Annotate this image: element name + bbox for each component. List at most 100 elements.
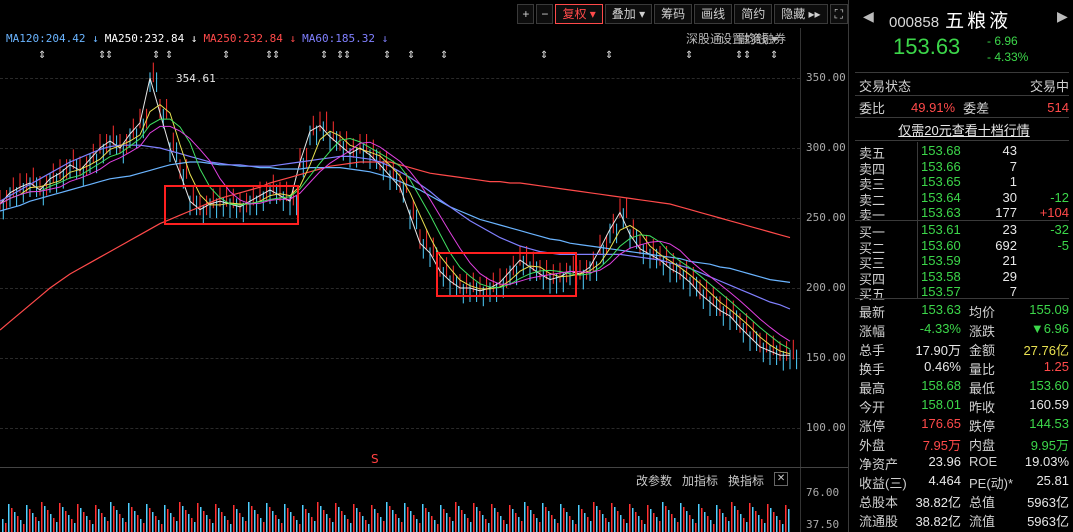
volume-bar <box>530 510 532 532</box>
fullscreen-button[interactable]: ⛶ <box>829 4 848 24</box>
volume-bar <box>323 510 325 532</box>
stock-header: 000858 五粮液 <box>889 6 1011 33</box>
volume-bar <box>173 517 175 532</box>
volume-bar <box>23 524 25 532</box>
volume-bar <box>758 515 760 532</box>
volume-bar <box>224 516 226 532</box>
promo-text[interactable]: 仅需20元查看十档行情 <box>898 120 1029 139</box>
volume-bar <box>464 514 466 532</box>
overlay-dropdown[interactable]: 叠加 ▾ <box>604 4 653 24</box>
price-chart[interactable]: 354.61 <box>0 28 800 468</box>
volume-bar <box>149 508 151 532</box>
stat-label: 今开 <box>859 400 886 415</box>
volume-bar <box>398 518 400 532</box>
volume-bar <box>527 506 529 532</box>
volume-bar <box>593 502 595 532</box>
volume-bar <box>35 517 37 532</box>
volume-bar <box>422 504 424 532</box>
volume-bar <box>383 521 385 532</box>
promo-link[interactable]: 仅需20元查看十档行情 <box>859 120 1069 138</box>
volume-bar <box>776 516 778 532</box>
volume-bar <box>611 503 613 532</box>
chips-button[interactable]: 筹码 <box>654 4 693 24</box>
zoom-out-button[interactable]: − <box>536 4 554 24</box>
volume-bar <box>26 505 28 532</box>
volume-bar <box>599 510 601 532</box>
stat-value: 158.68 <box>921 378 961 393</box>
y-tick-label: 200.00 <box>806 281 846 294</box>
stat-value: 5963亿 <box>1027 495 1069 510</box>
bid-level[interactable]: 买四 153.58 29 <box>859 268 1069 287</box>
volume-bar <box>197 503 199 532</box>
volume-bar <box>380 517 382 532</box>
volume-bar <box>662 502 664 532</box>
volume-bar <box>590 521 592 532</box>
volume-bar <box>368 524 370 532</box>
volume-bar <box>263 522 265 532</box>
volume-bar <box>386 502 388 532</box>
volume-bar <box>434 520 436 532</box>
volume-bar <box>269 507 271 532</box>
stat-label: 净资产 <box>859 457 899 472</box>
ask-level[interactable]: 卖三 153.65 1 <box>859 174 1069 192</box>
stat-value: 153.63 <box>921 302 961 317</box>
stat-value: 160.59 <box>1029 397 1069 412</box>
volume-bar <box>719 509 721 532</box>
level-volume: 23 <box>1002 222 1017 237</box>
zoom-in-button[interactable]: + <box>517 4 535 24</box>
stat-value: 27.76亿 <box>1023 343 1069 358</box>
bid-level[interactable]: 买二 153.60 692 -5 <box>859 238 1069 256</box>
volume-bar <box>485 519 487 532</box>
bid-level[interactable]: 买三 153.59 21 <box>859 253 1069 271</box>
volume-bar <box>320 506 322 532</box>
volume-bar <box>227 520 229 532</box>
hide-panel-button[interactable]: 隐藏 ▸▸ <box>774 4 828 24</box>
volume-bar <box>215 504 217 532</box>
volume-bar <box>494 508 496 532</box>
volume-bar <box>86 516 88 532</box>
volume-bar <box>785 505 787 532</box>
level-price: 153.58 <box>921 268 961 284</box>
stat-row: 收益(三) 4.464 PE(动)* 25.81 <box>859 473 1069 491</box>
stat-value: 5963亿 <box>1027 514 1069 529</box>
volume-bar <box>41 502 43 532</box>
volume-bar <box>416 519 418 532</box>
volume-bar <box>101 513 103 532</box>
volume-bar <box>14 512 16 532</box>
simple-mode-button[interactable]: 简约 <box>734 4 773 24</box>
stat-value: 158.01 <box>921 397 961 412</box>
volume-bar <box>689 515 691 532</box>
volume-bar <box>314 521 316 532</box>
ask-level[interactable]: 卖二 153.64 30 -12 <box>859 190 1069 208</box>
volume-bar <box>152 512 154 532</box>
stat-row: 涨停 176.65 跌停 144.53 <box>859 416 1069 434</box>
peak-label: 354.61 <box>176 72 216 85</box>
volume-bar <box>617 511 619 532</box>
volume-chart <box>2 502 790 532</box>
stat-row: 净资产 23.96 ROE 19.03% <box>859 454 1069 472</box>
stat-value: 38.82亿 <box>915 495 961 510</box>
volume-bar <box>110 502 112 532</box>
fuquan-dropdown[interactable]: 复权 ▾ <box>555 4 603 24</box>
stat-value: 1.25 <box>1043 359 1069 374</box>
volume-bar <box>362 516 364 532</box>
prev-stock-icon[interactable]: ◀ <box>863 8 874 25</box>
ask-level[interactable]: 卖五 153.68 43 <box>859 143 1069 161</box>
ask-level[interactable]: 卖四 153.66 7 <box>859 159 1069 177</box>
draw-line-button[interactable]: 画线 <box>694 4 733 24</box>
ask-level[interactable]: 卖一 153.63 177 +104 <box>859 205 1069 223</box>
volume-bar <box>230 524 232 532</box>
stat-label: 最高 <box>859 381 886 396</box>
level-label: 买五 <box>859 287 886 302</box>
bid-level[interactable]: 买一 153.61 23 -32 <box>859 222 1069 240</box>
stat-label: PE(动)* <box>969 476 1014 491</box>
volume-bar <box>182 506 184 532</box>
stat-label: 收益(三) <box>859 476 907 491</box>
volume-bar <box>410 511 412 532</box>
last-price: 153.63 <box>893 34 961 59</box>
volume-bar <box>503 520 505 532</box>
next-stock-icon[interactable]: ▶ <box>1057 8 1068 25</box>
level-volume: 43 <box>1002 143 1017 158</box>
kline-chart-area[interactable]: + − 复权 ▾ 叠加 ▾ 筹码 画线 简约 隐藏 ▸▸ ⛶ MA120:204.42 ↓ MA2… <box>0 0 848 532</box>
volume-bar <box>647 505 649 532</box>
